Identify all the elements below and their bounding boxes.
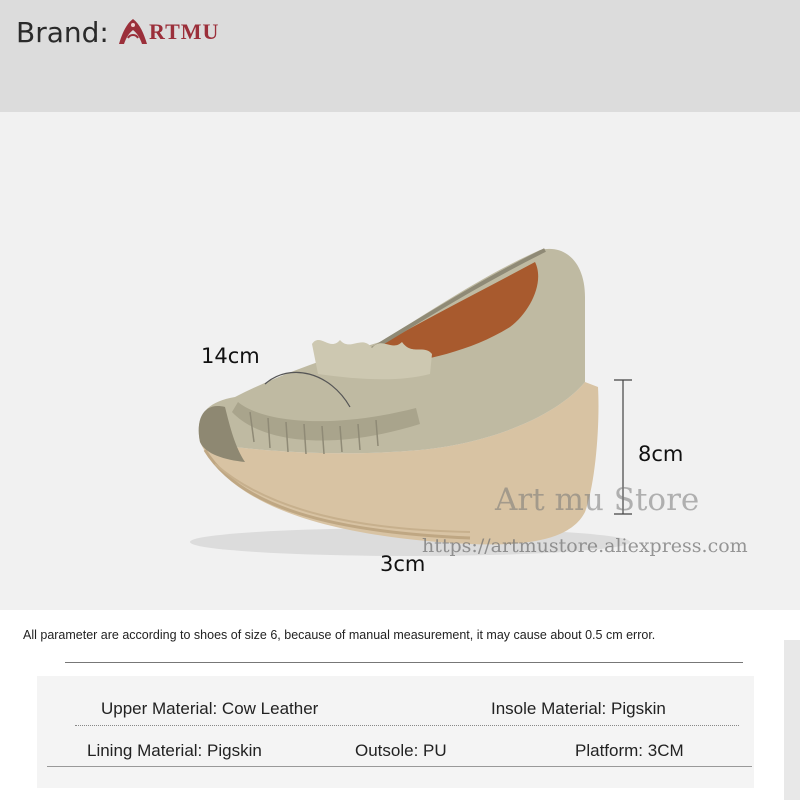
spec-bottom-rule [47, 766, 752, 767]
spec-lining-material: Lining Material: Pigskin [87, 741, 262, 760]
measurement-note: All parameter are according to shoes of … [23, 628, 656, 642]
note-divider [65, 662, 743, 663]
spec-platform: Platform: 3CM [575, 741, 684, 760]
spec-table: Upper Material: Cow Leather Insole Mater… [37, 676, 754, 788]
brand-label: Brand: [16, 16, 109, 49]
length-dimension: 14cm [201, 344, 260, 368]
spec-insole-material: Insole Material: Pigskin [491, 699, 666, 718]
spec-row-divider [75, 725, 739, 726]
product-info: All parameter are according to shoes of … [0, 610, 800, 800]
spec-outsole: Outsole: PU [355, 741, 447, 760]
store-watermark-url: https://artmustore.aliexpress.com [422, 535, 748, 557]
spec-upper-material: Upper Material: Cow Leather [101, 699, 319, 718]
platform-dimension: 3cm [380, 552, 426, 576]
heel-height-dimension: 8cm [638, 442, 684, 466]
store-watermark: Art mu Store [495, 482, 700, 518]
brand-header: Brand: RTMU [0, 0, 800, 112]
brand-logo-icon [119, 19, 147, 44]
right-edge-shade [784, 640, 800, 800]
brand-logo-text: RTMU [149, 19, 220, 44]
